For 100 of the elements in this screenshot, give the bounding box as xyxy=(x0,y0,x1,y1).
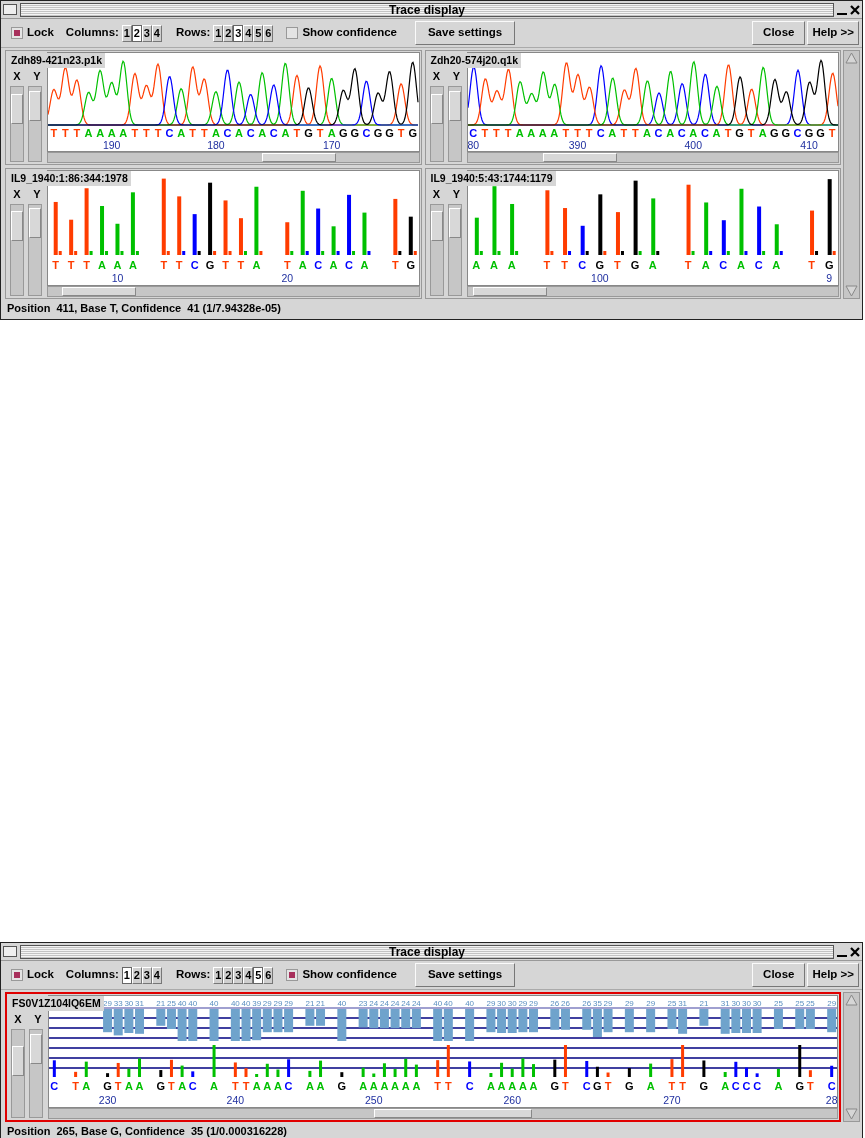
base-letter: A xyxy=(369,1080,378,1094)
confidence-bar xyxy=(390,1009,400,1029)
trace-panel[interactable] xyxy=(5,992,841,1122)
base-letter: G xyxy=(550,1080,560,1094)
number-button[interactable]: 4 xyxy=(151,966,162,984)
base-letter: A xyxy=(210,1080,218,1094)
close-icon[interactable] xyxy=(850,945,860,958)
y-zoom-slider[interactable] xyxy=(30,1034,42,1065)
close-icon[interactable] xyxy=(850,3,860,16)
horizontal-scrollbar[interactable] xyxy=(48,1107,838,1119)
number-button[interactable]: 3 xyxy=(141,24,152,42)
base-letter: C xyxy=(190,259,199,273)
scroll-up-icon[interactable] xyxy=(844,993,859,1008)
base-letter: C xyxy=(578,259,587,273)
base-letter: A xyxy=(712,127,721,139)
base-letter: C xyxy=(582,1080,591,1094)
trace-panel[interactable]: Zdh20-574j20.q1k X Y C T T T A A A A T T T C A T T A C A C A C A T G T A G G C G G T 80 390 400 410 xyxy=(424,50,841,165)
base-letter: T xyxy=(83,259,90,273)
x-zoom-slider[interactable] xyxy=(12,1045,24,1076)
help-button[interactable]: Help >> xyxy=(807,963,859,988)
base-letter: T xyxy=(679,1080,686,1094)
confidence-bar xyxy=(465,1009,475,1042)
close-button[interactable]: Close xyxy=(752,963,806,988)
horizontal-scrollbar[interactable] xyxy=(466,152,839,163)
confidence-value: 35 xyxy=(592,999,602,1009)
number-button[interactable]: 1 xyxy=(121,24,132,42)
number-button[interactable]: 2 xyxy=(131,24,142,42)
base-letter: A xyxy=(298,259,307,273)
base-letter: T xyxy=(293,127,301,139)
number-button[interactable]: 6 xyxy=(263,24,274,42)
trace-panel[interactable]: IL9_1940:1:86:344:1978 X Y T T T A A A T T C G T T A T A C A C A T G 10 20 xyxy=(5,168,422,300)
confidence-value: 40 xyxy=(177,999,187,1009)
save-settings-button[interactable]: Save settings xyxy=(414,21,516,45)
base-letter: C xyxy=(188,1080,197,1094)
horizontal-scrollbar[interactable] xyxy=(47,152,420,163)
number-button[interactable]: 1 xyxy=(121,966,132,984)
close-button[interactable]: Close xyxy=(752,21,806,45)
confidence-checkbox[interactable] xyxy=(286,27,299,39)
y-zoom-slider[interactable] xyxy=(448,208,461,239)
base-letter: A xyxy=(84,127,93,139)
confidence-value: 24 xyxy=(390,999,400,1009)
confidence-bar xyxy=(582,1009,592,1031)
y-zoom-slider[interactable] xyxy=(29,90,41,121)
y-zoom-slider[interactable] xyxy=(448,90,461,121)
field-label: Rows: xyxy=(175,968,211,983)
confidence-value: 29 xyxy=(103,999,112,1009)
scroll-up-icon[interactable] xyxy=(844,51,859,65)
base-letter: C xyxy=(793,127,802,139)
help-button[interactable]: Help >> xyxy=(807,21,859,45)
confidence-checkbox[interactable] xyxy=(286,969,299,982)
confidence-bar xyxy=(773,1009,783,1030)
checkbox-label: Lock xyxy=(27,26,54,40)
window-menu-icon[interactable] xyxy=(3,946,17,958)
trace-panel[interactable]: Zdh89-421n23.p1k X Y T T T A A A A T T T C A T T A C A C A C A T G T A G G C G G T G 190 180 170 xyxy=(5,50,422,165)
base-letter: A xyxy=(305,1080,314,1094)
base-letter: G xyxy=(781,127,791,139)
vertical-scrollbar[interactable] xyxy=(843,992,860,1122)
base-letter: C xyxy=(754,259,763,273)
x-zoom-slider[interactable] xyxy=(430,210,443,241)
base-letter: A xyxy=(486,1080,495,1094)
confidence-value: 26 xyxy=(561,999,570,1009)
number-button[interactable]: 2 xyxy=(131,966,142,984)
base-letter: T xyxy=(231,1080,239,1094)
base-letter: G xyxy=(338,127,348,139)
position-number: 390 xyxy=(568,139,587,151)
confidence-bar xyxy=(262,1009,272,1033)
confidence-value: 26 xyxy=(550,999,560,1009)
window-menu-icon[interactable] xyxy=(3,4,17,15)
save-settings-button[interactable]: Save settings xyxy=(414,963,516,988)
scroll-down-icon[interactable] xyxy=(844,1106,859,1121)
lock-checkbox[interactable] xyxy=(11,27,23,39)
confidence-value: 40 xyxy=(230,999,240,1009)
number-button[interactable]: 4 xyxy=(151,24,162,42)
confidence-bar xyxy=(273,1009,283,1033)
horizontal-scrollbar[interactable] xyxy=(466,286,839,298)
horizontal-scrollbar[interactable] xyxy=(47,286,420,298)
confidence-bar xyxy=(497,1009,507,1034)
base-letter: A xyxy=(774,1080,783,1094)
confidence-value: 25 xyxy=(795,999,805,1009)
confidence-bar xyxy=(720,1009,730,1035)
number-button[interactable]: 6 xyxy=(263,966,274,984)
vertical-scrollbar[interactable] xyxy=(843,50,860,300)
field-label: Columns: xyxy=(65,968,119,983)
x-zoom-slider[interactable] xyxy=(11,94,23,125)
base-letter: T xyxy=(543,259,551,273)
base-letter: C xyxy=(165,127,174,139)
base-letter: A xyxy=(107,127,116,139)
x-zoom-slider[interactable] xyxy=(430,94,443,125)
number-button[interactable]: 3 xyxy=(141,966,152,984)
confidence-value: 40 xyxy=(337,999,347,1009)
x-zoom-slider[interactable] xyxy=(11,210,23,241)
scroll-down-icon[interactable] xyxy=(844,284,859,299)
base-letter: C xyxy=(223,127,232,139)
base-letter: A xyxy=(648,259,657,273)
lock-checkbox[interactable] xyxy=(11,969,23,982)
confidence-bar xyxy=(507,1009,517,1034)
y-zoom-slider[interactable] xyxy=(29,208,41,239)
trace-panel[interactable]: IL9_1940:5:43:1744:1179 X Y A A A T T C G T G A T A C A C A T G 100 9 xyxy=(424,168,841,300)
base-letter: C xyxy=(362,127,371,139)
base-letter: C xyxy=(469,127,478,139)
